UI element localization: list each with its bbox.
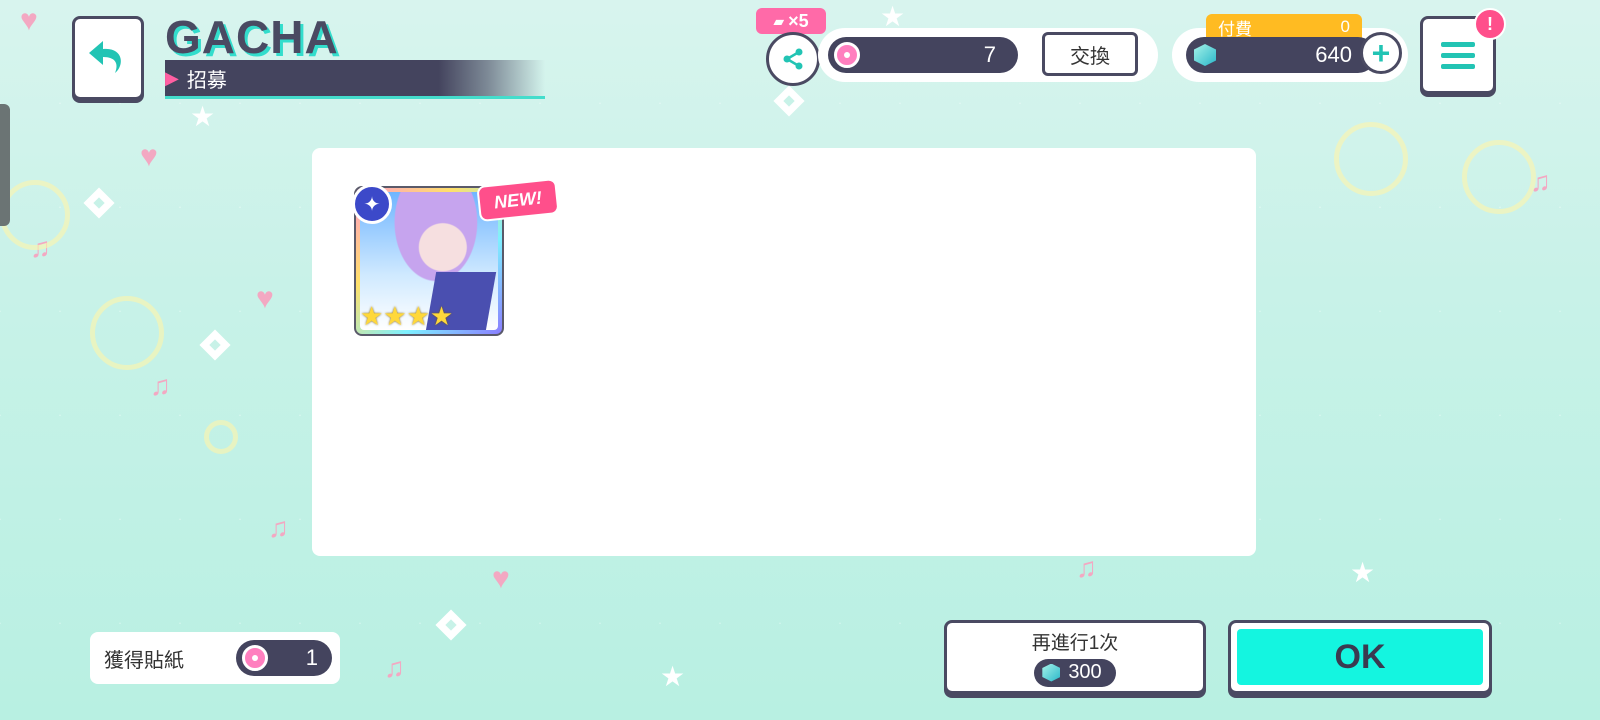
buy-crystals-button[interactable]: + — [1360, 32, 1402, 74]
page-subtitle: 招募 — [186, 69, 227, 92]
back-arrow-icon — [89, 41, 121, 73]
music-note-decoration: ♫ — [1530, 166, 1551, 197]
obtained-count: 1 — [305, 645, 318, 670]
rarity-stars: ★★★★ — [360, 301, 454, 331]
ring-decoration — [1462, 140, 1536, 214]
share-button[interactable] — [766, 32, 820, 86]
crystal-icon — [1042, 663, 1061, 682]
share-icon — [783, 48, 803, 70]
back-button[interactable] — [72, 16, 144, 100]
paid-count: 0 — [1340, 17, 1350, 36]
star-decoration: ★ — [660, 661, 686, 692]
attribute-star-icon: ✦ — [352, 184, 392, 224]
crystal-count-pill: 640 — [1186, 37, 1376, 73]
pull-cost-pill: 300 — [1034, 658, 1116, 687]
sticker-count-pill: 7 — [828, 37, 1018, 73]
obtained-stickers-label: 獲得貼紙 — [104, 649, 184, 672]
share-reward-count: ×5 — [788, 10, 809, 31]
star-decoration: ★ — [1350, 557, 1376, 588]
new-badge: NEW! — [476, 177, 560, 223]
hamburger-line — [1441, 63, 1475, 69]
crystal-icon — [1194, 44, 1216, 66]
heart-decoration: ♥ — [140, 140, 158, 173]
gacha-result-panel: ✦ NEW! ★★★★ — [312, 148, 1256, 556]
hamburger-icon — [1441, 41, 1475, 47]
ok-button[interactable]: OK — [1228, 620, 1492, 694]
music-note-decoration: ♫ — [268, 512, 289, 543]
title-area: GACHA ▶ 招募 — [165, 11, 545, 99]
ok-label: OK — [1237, 629, 1483, 685]
music-note-decoration: ♫ — [384, 652, 405, 683]
notification-badge: ! — [1474, 8, 1506, 40]
diamond-decoration — [83, 187, 115, 219]
side-drawer-handle[interactable] — [0, 104, 10, 226]
pull-again-label: 再進行1次 — [1031, 632, 1119, 654]
plus-icon: + — [1371, 35, 1391, 71]
ring-decoration — [1334, 122, 1408, 196]
sticker-disc-icon — [242, 645, 268, 671]
hamburger-line — [1441, 52, 1475, 58]
heart-decoration: ♥ — [20, 4, 38, 37]
character-card[interactable]: ✦ NEW! ★★★★ — [352, 177, 560, 336]
play-arrow-icon: ▶ — [165, 67, 179, 88]
pull-again-button[interactable]: 再進行1次 300 — [944, 620, 1206, 694]
sticker-count: 7 — [983, 42, 996, 67]
heart-decoration: ♥ — [492, 562, 510, 595]
heart-decoration: ♥ — [256, 282, 274, 315]
diamond-decoration — [773, 85, 805, 117]
music-note-decoration: ♫ — [150, 370, 171, 401]
sticker-disc-icon — [834, 42, 860, 68]
music-note-decoration: ♫ — [30, 232, 51, 263]
obtained-count-pill: 1 — [236, 640, 332, 676]
crystal-count: 640 — [1315, 42, 1352, 67]
star-decoration: ★ — [190, 101, 216, 132]
exchange-button[interactable]: 交換 — [1042, 32, 1138, 76]
diamond-decoration — [199, 329, 231, 361]
ring-decoration — [90, 296, 164, 370]
ring-decoration — [204, 420, 238, 454]
pull-cost: 300 — [1068, 661, 1102, 683]
diamond-decoration — [435, 609, 467, 641]
share-reward-badge: ▰ ×5 — [756, 8, 826, 34]
ticket-icon: ▰ — [773, 12, 785, 29]
paid-label: 付費 — [1218, 19, 1252, 39]
page-subtitle-bar: ▶ 招募 — [165, 60, 545, 99]
ring-decoration — [0, 180, 70, 250]
music-note-decoration: ♫ — [1076, 552, 1097, 583]
page-title: GACHA — [165, 11, 339, 63]
obtained-stickers-panel: 獲得貼紙 1 — [90, 632, 340, 684]
